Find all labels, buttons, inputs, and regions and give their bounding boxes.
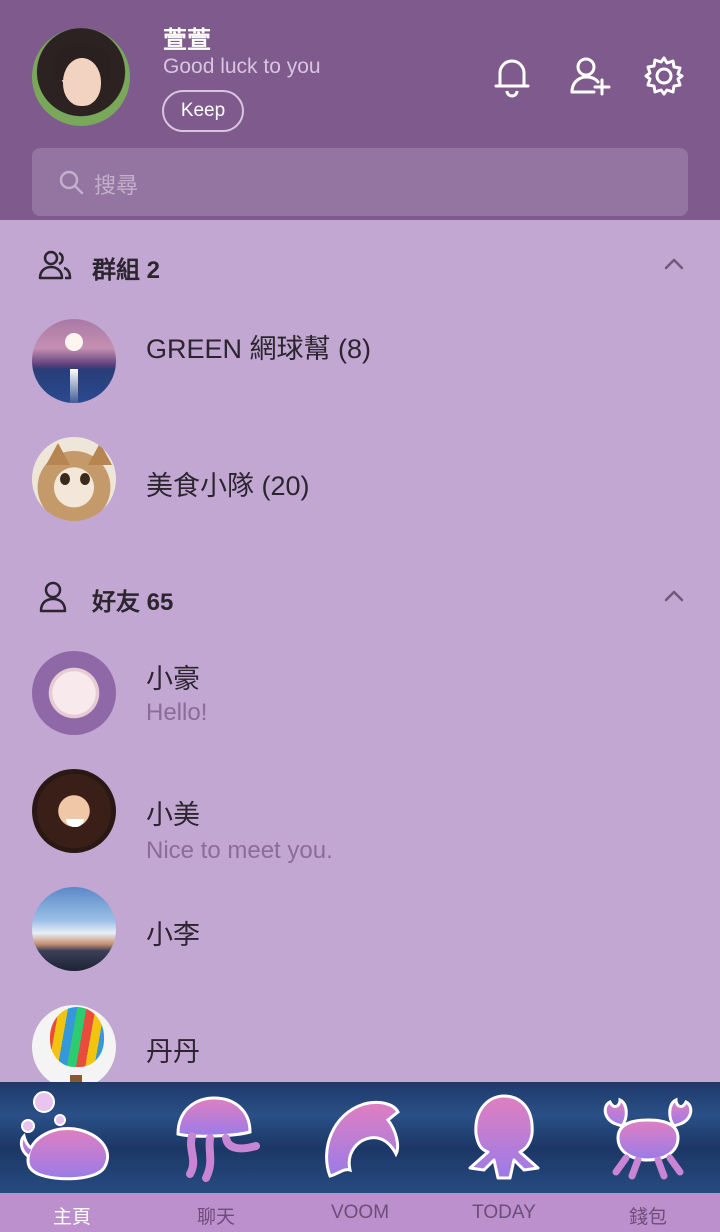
friend-avatar bbox=[32, 769, 116, 853]
group-name: 美食小隊 (20) bbox=[146, 471, 310, 501]
friends-title: 好友 65 bbox=[92, 589, 174, 616]
group-avatar bbox=[32, 437, 116, 521]
tab-chats[interactable]: 聊天 bbox=[144, 1202, 288, 1229]
search-placeholder: 搜尋 bbox=[94, 173, 139, 198]
crab-icon[interactable] bbox=[598, 1090, 698, 1186]
friend-avatar bbox=[32, 1005, 116, 1089]
whale-icon[interactable] bbox=[18, 1090, 118, 1186]
chevron-up-icon[interactable] bbox=[662, 252, 686, 276]
octopus-icon[interactable] bbox=[454, 1090, 554, 1186]
group-icon bbox=[38, 250, 72, 280]
tab-home[interactable]: 主頁 bbox=[0, 1202, 144, 1229]
dolphin-icon[interactable] bbox=[310, 1090, 410, 1186]
profile-name[interactable]: 萱萱 bbox=[163, 20, 211, 55]
friend-name: 丹丹 bbox=[146, 1037, 200, 1067]
friends-section-header[interactable]: 好友 65 bbox=[0, 570, 720, 630]
profile-avatar[interactable] bbox=[32, 28, 130, 126]
profile-header: 萱萱 Good luck to you Keep 搜尋 bbox=[0, 0, 720, 220]
friend-row[interactable]: 小美 Nice to meet you. bbox=[0, 769, 720, 889]
keep-button[interactable]: Keep bbox=[162, 90, 244, 132]
friend-name: 小李 bbox=[146, 920, 200, 950]
friend-row[interactable]: 小李 bbox=[0, 887, 720, 1007]
friend-name: 小美 bbox=[146, 800, 200, 830]
tab-voom[interactable]: VOOM bbox=[288, 1202, 432, 1224]
group-row[interactable]: GREEN 網球幫 (8) bbox=[0, 319, 720, 439]
friend-status-message: Hello! bbox=[146, 699, 208, 726]
friend-row[interactable]: 小豪 Hello! bbox=[0, 651, 720, 771]
bell-icon[interactable] bbox=[490, 54, 534, 98]
search-input[interactable]: 搜尋 bbox=[32, 148, 688, 216]
group-name: GREEN 網球幫 (8) bbox=[146, 334, 372, 364]
friend-name: 小豪 bbox=[146, 664, 200, 694]
profile-status-message[interactable]: Good luck to you bbox=[163, 55, 321, 79]
add-friend-icon[interactable] bbox=[568, 54, 612, 98]
gear-icon[interactable] bbox=[642, 54, 686, 98]
chevron-up-icon[interactable] bbox=[662, 584, 686, 608]
search-icon bbox=[59, 170, 84, 195]
groups-section-header[interactable]: 群組 2 bbox=[0, 238, 720, 298]
group-row[interactable]: 美食小隊 (20) bbox=[0, 437, 720, 557]
groups-title: 群組 2 bbox=[92, 257, 161, 284]
tab-today[interactable]: TODAY bbox=[432, 1202, 576, 1224]
friend-status-message: Nice to meet you. bbox=[146, 837, 333, 864]
friend-avatar bbox=[32, 887, 116, 971]
tab-wallet[interactable]: 錢包 bbox=[576, 1202, 720, 1229]
friend-icon bbox=[39, 581, 67, 613]
group-avatar bbox=[32, 319, 116, 403]
jellyfish-icon[interactable] bbox=[166, 1090, 266, 1186]
friend-avatar bbox=[32, 651, 116, 735]
